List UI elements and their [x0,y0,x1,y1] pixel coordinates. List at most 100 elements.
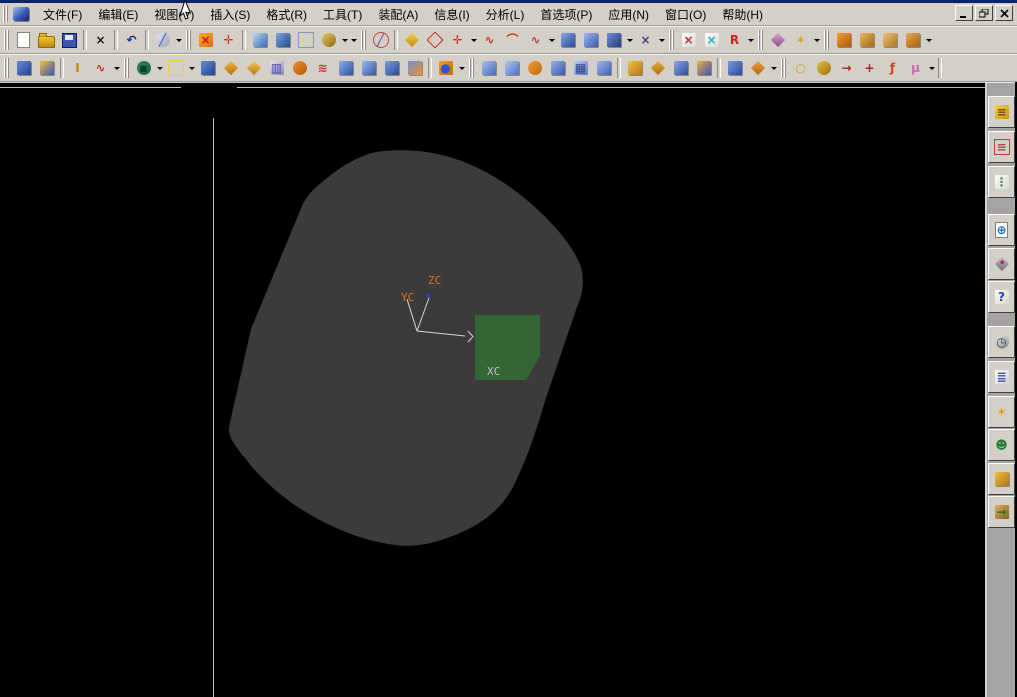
face-blend-button[interactable] [242,56,265,80]
sheet-metal-wizard-button[interactable] [901,28,924,52]
help-button[interactable]: ? [988,281,1015,313]
draft-button[interactable] [746,56,769,80]
information-window-button[interactable]: ≣ [988,361,1015,393]
restore-button[interactable] [975,5,993,21]
datum-csys-button[interactable] [423,28,446,52]
extract-geometry-button[interactable] [592,56,615,80]
trim-and-extend-button[interactable] [500,56,523,80]
move-feature-button[interactable]: → [835,56,858,80]
project-curve-button[interactable]: ∿ [478,28,501,52]
menu-edit[interactable]: 编辑(E) [90,4,146,25]
shaded-view-button[interactable] [248,28,271,52]
menu-view[interactable]: 视图(V) [146,4,202,25]
toolbar-grip[interactable] [361,30,366,50]
save-part-button[interactable] [58,28,81,52]
delete-button[interactable]: × [89,28,112,52]
exit-button[interactable]: → [988,496,1015,528]
rotate-sphere-button[interactable] [317,28,340,52]
pattern-feature-button[interactable]: ▥ [265,56,288,80]
dropdown-arrow[interactable] [812,28,821,52]
point-constructor-button[interactable]: ✛ [446,28,469,52]
cylinder-button[interactable] [12,56,35,80]
dome-button[interactable] [288,56,311,80]
split-body-button[interactable] [546,56,569,80]
revolve-button[interactable]: ∿ [89,56,112,80]
feature-operation-button[interactable]: ● [434,56,457,80]
sew-button[interactable] [623,56,646,80]
undo-button[interactable]: ↶ [120,28,143,52]
pad-button[interactable] [357,56,380,80]
new-part-button[interactable] [12,28,35,52]
toolbar-grip[interactable] [4,30,9,50]
toolbar-grip[interactable] [824,30,829,50]
fold-sheet-button[interactable] [669,56,692,80]
dropdown-arrow[interactable] [625,28,634,52]
trimmed-sheet-button[interactable] [477,56,500,80]
menu-preferences[interactable]: 首选项(P) [532,4,600,25]
block-button[interactable] [196,56,219,80]
join-curve-button[interactable]: ∿ [524,28,547,52]
wcs-display-button[interactable]: ✛ [217,28,240,52]
menu-information[interactable]: 信息(I) [426,4,477,25]
dropdown-arrow[interactable] [927,56,936,80]
part-navigator-button[interactable]: ⋮ [988,166,1015,198]
wizard-button[interactable]: ✶ [789,28,812,52]
web-browser-button[interactable]: ⊕ [988,214,1015,246]
close-button[interactable] [995,5,1013,21]
cone-button[interactable] [35,56,58,80]
datum-plane-button[interactable] [400,28,423,52]
dropdown-arrow[interactable] [924,28,933,52]
shaded-edges-view-button[interactable] [271,28,294,52]
dropdown-arrow[interactable] [769,56,778,80]
replay-feature-button[interactable]: ƒ [881,56,904,80]
collaboration-button[interactable]: ☻ [988,429,1015,461]
offset-surface-button[interactable]: ▦ [569,56,592,80]
reorder-feature-button[interactable]: + [858,56,881,80]
suppress-dimension-button[interactable]: × [677,28,700,52]
delete-face-button[interactable] [523,56,546,80]
delay-update-button[interactable]: µ [904,56,927,80]
edit-feature-params-button[interactable] [812,56,835,80]
fit-view-button[interactable]: × [194,28,217,52]
update-model-button[interactable]: R [723,28,746,52]
toolbar-grip[interactable] [469,58,474,78]
menu-help[interactable]: 帮助(H) [714,4,771,25]
thicken-sheet-button[interactable] [602,28,625,52]
bridge-curve-button[interactable]: ⌒ [501,28,524,52]
minimize-button[interactable] [955,5,973,21]
menu-assemblies[interactable]: 装配(A) [370,4,426,25]
dropdown-arrow[interactable] [349,28,358,52]
pocket-button[interactable] [380,56,403,80]
dropdown-arrow[interactable] [746,28,755,52]
toolbar-grip[interactable] [186,30,191,50]
toolbar-grip[interactable] [758,30,763,50]
dropdown-arrow[interactable] [112,56,121,80]
mold-wizard-button[interactable] [832,28,855,52]
menu-tools[interactable]: 工具(T) [315,4,370,25]
sketch-in-place-button[interactable]: ▪ [132,56,155,80]
dropdown-arrow[interactable] [457,56,466,80]
dropdown-arrow[interactable] [155,56,164,80]
wireframe-view-button[interactable] [294,28,317,52]
progressive-die-wizard-button[interactable] [855,28,878,52]
repair-body-button[interactable] [646,56,669,80]
boss-button[interactable] [334,56,357,80]
edit-dimension-button[interactable]: × [700,28,723,52]
history-button[interactable]: ◷ [988,326,1015,358]
constraint-navigator-button[interactable]: ≡ [988,131,1015,163]
edit-loop-button[interactable]: ○ [789,56,812,80]
offset-face-button[interactable] [723,56,746,80]
assembly-navigator-button[interactable]: ≡ [988,96,1015,128]
thread-button[interactable]: ≋ [311,56,334,80]
patch-body-button[interactable] [692,56,715,80]
rotate-view-button[interactable]: ╱ [151,28,174,52]
menu-insert[interactable]: 插入(S) [202,4,258,25]
menu-analysis[interactable]: 分析(L) [478,4,533,25]
reuse-library-button[interactable] [988,463,1015,495]
menu-format[interactable]: 格式(R) [258,4,315,25]
toolbar-grip[interactable] [781,58,786,78]
menu-window[interactable]: 窗口(O) [657,4,714,25]
menu-application[interactable]: 应用(N) [600,4,657,25]
trim-body-button[interactable]: × [634,28,657,52]
dropdown-arrow[interactable] [469,28,478,52]
